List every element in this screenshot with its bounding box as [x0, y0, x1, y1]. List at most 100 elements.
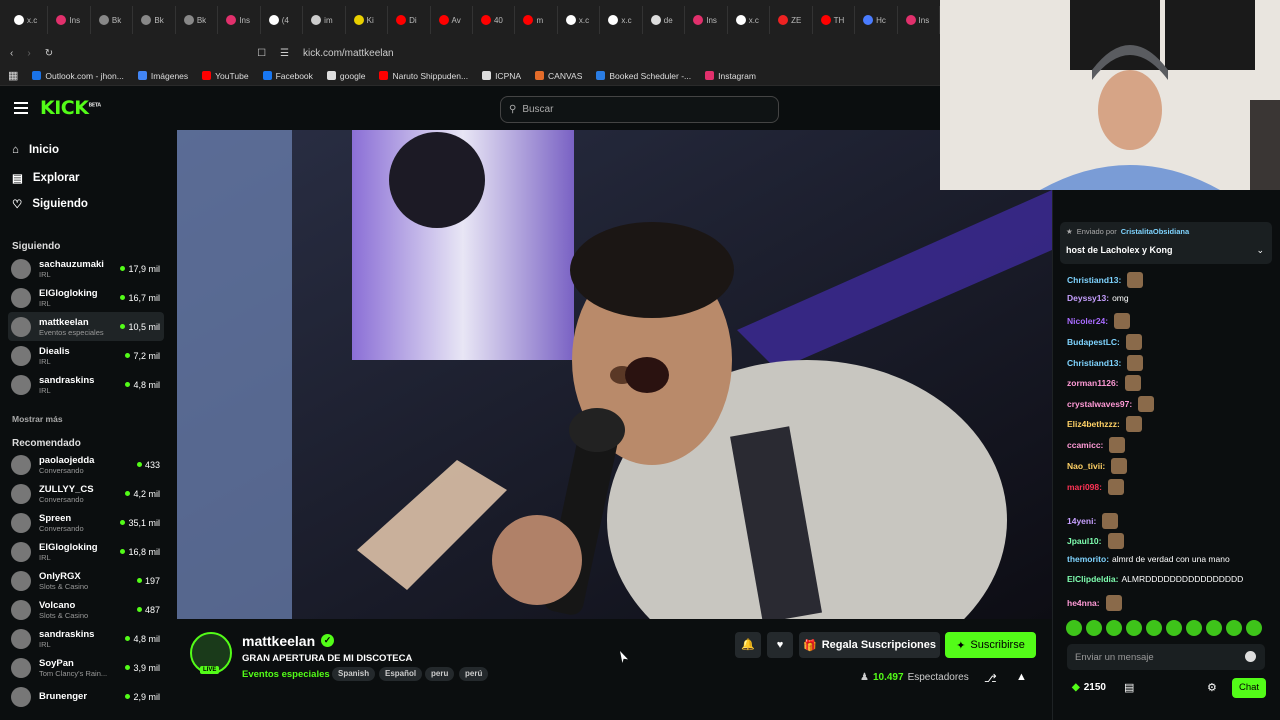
chat-input[interactable]: Enviar un mensaje — [1067, 644, 1265, 670]
chat-message[interactable]: ccamicc: — [1067, 437, 1126, 453]
search-input[interactable]: ⚲ Buscar — [500, 96, 779, 123]
gear-icon[interactable]: ⚙ — [1207, 681, 1217, 694]
sidebar-channel[interactable]: Spreen Conversando 35,1 mil — [8, 508, 164, 537]
sidebar-channel[interactable]: Diealis IRL 7,2 mil — [8, 341, 164, 370]
chat-message[interactable]: Nicoler24: — [1067, 313, 1131, 329]
kick-logo[interactable]: KICKBETA — [40, 97, 101, 119]
browser-tab[interactable]: Hc — [857, 6, 898, 34]
tag-peru-accent[interactable]: perú — [459, 667, 489, 681]
browser-tab[interactable]: m — [517, 6, 558, 34]
emote-icon[interactable] — [1186, 620, 1202, 636]
chevron-down-icon[interactable]: ⌄ — [1256, 245, 1264, 256]
chat-username[interactable]: Deyssy13: — [1067, 293, 1109, 303]
apps-icon[interactable]: ▦ — [8, 69, 18, 82]
emote-icon[interactable] — [1066, 620, 1082, 636]
emote-icon[interactable] — [1126, 620, 1142, 636]
site-info-icon[interactable]: ☰ — [280, 48, 289, 59]
browser-tab[interactable]: x.c — [602, 6, 643, 34]
chat-send-button[interactable]: Chat — [1232, 678, 1266, 698]
browser-tab[interactable]: de — [645, 6, 686, 34]
emote-icon[interactable] — [1206, 620, 1222, 636]
chat-message[interactable]: BudapestLC: — [1067, 334, 1142, 350]
chat-username[interactable]: 14yeni: — [1067, 516, 1096, 526]
bookmark-item[interactable]: google — [326, 71, 365, 81]
browser-tab[interactable]: Ins — [50, 6, 91, 34]
chat-username[interactable]: he4nna: — [1067, 598, 1100, 608]
sidebar-channel[interactable]: ElGlogloking IRL 16,8 mil — [8, 537, 164, 566]
emote-icon[interactable] — [1166, 620, 1182, 636]
chat-message[interactable]: 14yeni: — [1067, 513, 1119, 529]
browser-tab[interactable]: Bk — [93, 6, 134, 34]
sidebar-channel[interactable]: OnlyRGX Slots & Casino 197 — [8, 566, 164, 595]
sidebar-channel[interactable]: mattkeelan Eventos especiales 10,5 mil — [8, 312, 164, 341]
chat-message[interactable]: Christiand13: — [1067, 272, 1144, 288]
sidebar-channel[interactable]: Volcano Slots & Casino 487 — [8, 595, 164, 624]
stream-category[interactable]: Eventos especiales — [242, 669, 330, 680]
emote-icon[interactable] — [1226, 620, 1242, 636]
browser-tab[interactable]: Ki — [348, 6, 389, 34]
gift-subs-button[interactable]: 🎁 Regala Suscripciones — [799, 632, 940, 658]
chat-username[interactable]: Christiand13: — [1067, 275, 1121, 285]
nav-home[interactable]: ⌂ Inicio — [12, 144, 59, 156]
subscribe-button[interactable]: ✦ Suscribirse — [945, 632, 1036, 658]
bookmark-item[interactable]: ICPNA — [482, 71, 521, 81]
chat-username[interactable]: Nao_tivii: — [1067, 461, 1105, 471]
notification-bell-button[interactable]: 🔔 — [735, 632, 761, 658]
share-icon[interactable]: ⎇ — [984, 672, 997, 685]
chat-message[interactable]: he4nna: — [1067, 595, 1122, 611]
pinned-message[interactable]: ★ Enviado por CristalitaObsidiana host d… — [1060, 222, 1272, 264]
chat-username[interactable]: Jpaul10: — [1067, 536, 1102, 546]
video-player[interactable] — [177, 130, 1052, 619]
browser-tab[interactable]: Ins — [220, 6, 261, 34]
back-icon[interactable]: ‹ — [10, 48, 13, 59]
sidebar-channel[interactable]: ZULLYY_CS Conversando 4,2 mil — [8, 479, 164, 508]
menu-icon[interactable] — [14, 102, 28, 114]
forward-icon[interactable]: › — [27, 48, 30, 59]
emote-icon[interactable] — [1246, 620, 1262, 636]
chat-username[interactable]: Christiand13: — [1067, 358, 1121, 368]
sidebar-channel[interactable]: sandraskins IRL 4,8 mil — [8, 624, 164, 653]
browser-tab[interactable]: TH — [815, 6, 856, 34]
chat-message[interactable]: Jpaul10: — [1067, 533, 1124, 549]
browser-tab[interactable]: Di — [390, 6, 431, 34]
nav-following[interactable]: ♡ Siguiendo — [12, 197, 88, 211]
browser-tab[interactable]: Bk — [178, 6, 219, 34]
browser-tab[interactable]: ZE — [772, 6, 813, 34]
bookmark-item[interactable]: Instagram — [705, 71, 756, 81]
chat-username[interactable]: Eliz4bethzzz: — [1067, 419, 1120, 429]
browser-tab[interactable]: Ins — [687, 6, 728, 34]
sidebar-channel[interactable]: ElGlogloking IRL 16,7 mil — [8, 283, 164, 312]
emote-icon[interactable] — [1146, 620, 1162, 636]
browser-tab[interactable]: Ins — [900, 6, 940, 34]
chat-message[interactable]: Eliz4bethzzz: — [1067, 416, 1142, 432]
bookmark-item[interactable]: Naruto Shippuden... — [379, 71, 468, 81]
chat-message[interactable]: Deyssy13: omg — [1067, 293, 1129, 303]
nav-browse[interactable]: ▤ Explorar — [12, 171, 80, 185]
chat-message[interactable]: Nao_tivii: — [1067, 458, 1128, 474]
tag-espanol[interactable]: Español — [379, 667, 423, 681]
chat-message[interactable]: Christiand13: — [1067, 355, 1144, 371]
emote-bar[interactable] — [1066, 620, 1266, 638]
bookmark-item[interactable]: Facebook — [262, 71, 313, 81]
show-more-link[interactable]: Mostrar más — [12, 414, 63, 424]
tag-peru[interactable]: peru — [425, 667, 455, 681]
sidebar-channel[interactable]: sachauzumaki IRL 17,9 mil — [8, 254, 164, 283]
chat-username[interactable]: mari098: — [1067, 482, 1102, 492]
sidebar-channel[interactable]: SoyPan Tom Clancy's Rain... 3,9 mil — [8, 653, 164, 682]
chat-message[interactable]: zorman1126: — [1067, 375, 1141, 391]
sidebar-channel[interactable]: sandraskins IRL 4,8 mil — [8, 370, 164, 399]
url-field[interactable]: kick.com/mattkeelan — [303, 48, 394, 59]
chat-message[interactable]: themorito: almrd de verdad con una mano — [1067, 554, 1230, 564]
browser-tab[interactable]: x.c — [8, 6, 49, 34]
emoji-picker-icon[interactable] — [1245, 651, 1256, 662]
follow-heart-button[interactable]: ♥ — [767, 632, 793, 658]
reload-icon[interactable]: ↻ — [45, 48, 53, 59]
sidebar-channel[interactable]: Brunenger 2,9 mil — [8, 682, 164, 711]
chat-message[interactable]: ElClipdeldia: ALMRDDDDDDDDDDDDDDDD — [1067, 574, 1243, 584]
bookmark-item[interactable]: Outlook.com - jhon... — [32, 71, 124, 81]
bookmark-item[interactable]: YouTube — [202, 71, 249, 81]
chat-username[interactable]: ccamicc: — [1067, 440, 1103, 450]
emote-icon[interactable] — [1086, 620, 1102, 636]
chat-username[interactable]: Nicoler24: — [1067, 316, 1108, 326]
chat-message[interactable]: crystalwaves97: — [1067, 396, 1155, 412]
